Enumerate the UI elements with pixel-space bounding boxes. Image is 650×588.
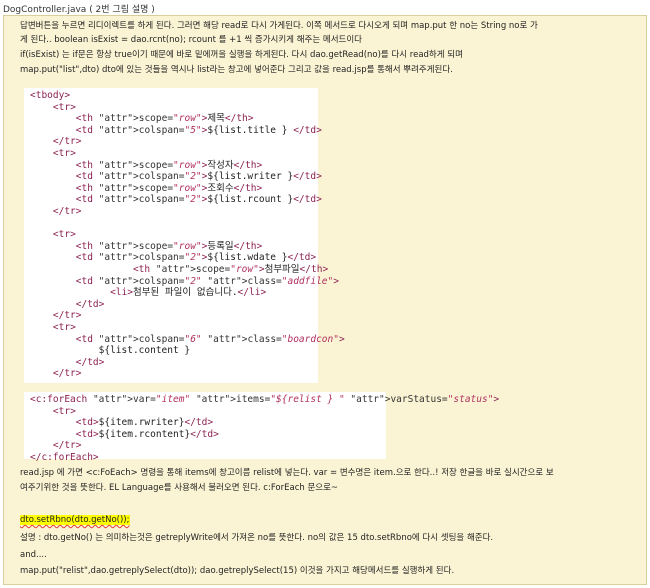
code-line: ${list.content } <box>30 345 191 357</box>
after-line-1: read.jsp 에 가면 <c:FoEach> 명령을 통해 items에 창… <box>20 468 554 478</box>
code-line: </tr> <box>52 206 82 217</box>
code-line: <c:forEach "attr">var="item" "attr">item… <box>30 394 500 405</box>
code-line: <tr> <box>52 148 76 159</box>
code-line: <th "attr">scope="row">등록일</th> <box>75 240 263 252</box>
intro-line-2: 게 된다.. boolean isExist = dao.rcnt(no); r… <box>20 35 362 45</box>
note-body[interactable]: 답변버튼을 누르면 리디이렉트를 하게 된다. 그러면 해당 read로 다시 … <box>3 15 647 585</box>
code-line: </tr> <box>52 440 82 452</box>
code-line: <th "attr">scope="row">제목</th> <box>75 113 254 125</box>
code-line: <li>첨부된 파일이 없습니다.</li> <box>110 287 267 299</box>
code-line: <td>${item.rwriter}</td> <box>75 417 214 429</box>
code-line: <td "attr">colspan="5">${list.title } </… <box>75 124 322 136</box>
code-line: </td> <box>75 356 105 368</box>
intro-line-1: 답변버튼을 누르면 리디이렉트를 하게 된다. 그러면 해당 read로 다시 … <box>20 21 538 31</box>
title-suffix: ( 2번 그림 설명 ) <box>89 5 155 15</box>
code-line: </c:forEach> <box>30 452 99 463</box>
code-line: <tr> <box>52 229 76 241</box>
code-line: </tr> <box>52 368 82 380</box>
code-line: <th "attr">scope="row">작성자</th> <box>75 159 263 171</box>
code-snippet-tbody: <tbody> <tr> <th "attr">scope="row">제목</… <box>24 88 345 383</box>
code-line: <tbody> <box>30 90 71 101</box>
code-line: <td "attr">colspan="2">${list.wdate }</t… <box>75 252 317 264</box>
code-line: <tr> <box>52 322 76 333</box>
bottom-line-2: and.... <box>20 550 47 560</box>
code-snippet-foreach: <c:forEach "attr">var="item" "attr">item… <box>24 392 499 463</box>
bottom-line-3: map.put("relist",dao.getreplySelect(dto)… <box>20 566 455 576</box>
code-line: <td "attr">colspan="2">${list.rcount }</… <box>75 194 322 206</box>
highlight-line: dto.setRbno(dto.getNo()); <box>20 514 130 526</box>
code-line: <td "attr">colspan="2" "attr">class="add… <box>75 275 339 287</box>
code-line: <td "attr">colspan="2">${list.writer }</… <box>75 171 322 183</box>
file-name: DogController.java <box>3 5 87 15</box>
intro-line-4: map.put("list",dto) dto에 있는 것들을 역시나 list… <box>20 65 453 75</box>
window-title: DogController.java ( 2번 그림 설명 ) <box>3 2 155 15</box>
bottom-line-1: 설명 : dto.getNo() 는 의미하는것은 getreplyWrite에… <box>20 533 494 543</box>
intro-line-3: if(isExist) 는 if문은 항상 true이기 때문에 바로 밑에꺼을… <box>20 50 463 60</box>
code-line: <td>${item.rcontent}</td> <box>75 428 219 440</box>
code-line: </tr> <box>52 136 82 148</box>
code-line: <th "attr">scope="row">첨부파일</th> <box>132 264 329 275</box>
code-line: <tr> <box>52 101 76 113</box>
highlighted-code: dto.setRbno(dto.getNo()); <box>20 515 130 525</box>
after-line-2: 여주기위한 것을 뜻한다. EL Language를 사용해서 불러오면 된다.… <box>20 483 339 493</box>
code-line: <tr> <box>52 405 76 417</box>
code-line: </tr> <box>52 310 82 322</box>
code-line: <td "attr">colspan="6" "attr">class="boa… <box>75 333 345 345</box>
code-line: <th "attr">scope="row">조회수</th> <box>75 182 263 194</box>
note-window: DogController.java ( 2번 그림 설명 ) 답변버튼을 누르… <box>0 0 650 588</box>
code-line: </td> <box>75 298 105 310</box>
title-bar: DogController.java ( 2번 그림 설명 ) <box>0 0 650 15</box>
